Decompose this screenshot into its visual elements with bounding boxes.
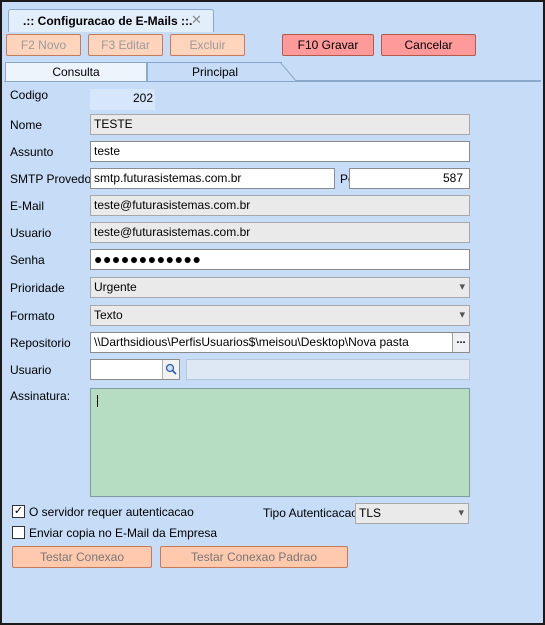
prioridade-select[interactable]: Urgente ▾ <box>90 277 470 298</box>
senha-field[interactable]: ●●●●●●●●●●●● <box>90 249 470 270</box>
repositorio-field[interactable]: \\Darthsidious\PerfisUsuarios$\meisou\De… <box>90 332 470 353</box>
chevron-down-icon[interactable]: ▾ <box>459 306 465 325</box>
test-connection-button[interactable]: Testar Conexao <box>12 546 152 568</box>
assinatura-label: Assinatura: <box>10 389 71 403</box>
tab-edge-decoration <box>280 62 297 82</box>
tipo-autenticacao-label: Tipo Autenticacao <box>263 506 358 520</box>
tab-principal[interactable]: Principal <box>147 62 282 81</box>
document-tab-title: .:: Configuracao de E-Mails ::. <box>23 14 193 28</box>
assinatura-memo[interactable] <box>90 388 470 497</box>
enviar-copia-label: Enviar copia no E-Mail da Empresa <box>29 526 218 540</box>
email-config-window: .:: Configuracao de E-Mails ::. ✕ F2 Nov… <box>0 0 545 625</box>
email-field[interactable]: teste@futurasistemas.com.br <box>90 195 470 216</box>
formato-select[interactable]: Texto ▾ <box>90 305 470 326</box>
document-tab-bar: .:: Configuracao de E-Mails ::. ✕ <box>2 2 543 32</box>
chevron-down-icon[interactable]: ▾ <box>459 278 465 297</box>
new-button[interactable]: F2 Novo <box>6 34 81 56</box>
senha-label: Senha <box>10 253 45 267</box>
usuario-description-field <box>186 359 470 380</box>
tipo-autenticacao-value: TLS <box>359 506 382 520</box>
usuario-label: Usuario <box>10 226 52 240</box>
usuario-field[interactable]: teste@futurasistemas.com.br <box>90 222 470 243</box>
tab-consulta[interactable]: Consulta <box>5 62 147 81</box>
search-icon[interactable] <box>162 360 179 379</box>
text-caret <box>97 395 98 407</box>
nome-field[interactable]: TESTE <box>90 114 470 135</box>
formato-value: Texto <box>94 308 123 322</box>
formato-label: Formato <box>10 309 55 323</box>
prioridade-value: Urgente <box>94 280 137 294</box>
codigo-label: Codigo <box>10 88 49 102</box>
close-icon[interactable]: ✕ <box>191 12 202 28</box>
smtp-field[interactable]: smtp.futurasistemas.com.br <box>90 168 335 189</box>
repositorio-path: \\Darthsidious\PerfisUsuarios$\meisou\De… <box>94 335 409 349</box>
edit-button[interactable]: F3 Editar <box>88 34 163 56</box>
usuario-lookup-field[interactable] <box>90 359 180 380</box>
prioridade-label: Prioridade <box>10 281 65 295</box>
codigo-field: 202 <box>90 89 155 110</box>
repositorio-label: Repositorio <box>10 336 71 350</box>
assunto-label: Assunto <box>10 145 54 159</box>
chevron-down-icon[interactable]: ▾ <box>458 504 464 523</box>
cancel-button[interactable]: Cancelar <box>381 34 476 56</box>
usuario-lookup-label: Usuario <box>10 363 52 377</box>
requer-autenticacao-label: O servidor requer autenticacao <box>29 505 194 519</box>
email-label: E-Mail <box>10 199 45 213</box>
nome-label: Nome <box>10 118 43 132</box>
enviar-copia-checkbox[interactable] <box>12 526 25 539</box>
assunto-field[interactable]: teste <box>90 141 470 162</box>
smtp-label: SMTP Provedor <box>10 172 96 186</box>
porta-field[interactable]: 587 <box>349 168 470 189</box>
test-default-connection-button[interactable]: Testar Conexao Padrao <box>160 546 348 568</box>
tipo-autenticacao-select[interactable]: TLS ▾ <box>355 503 469 524</box>
browse-button[interactable]: ... <box>452 333 469 352</box>
requer-autenticacao-checkbox[interactable]: ✓ <box>12 505 25 518</box>
delete-button[interactable]: Excluir <box>170 34 245 56</box>
document-tab[interactable]: .:: Configuracao de E-Mails ::. ✕ <box>8 9 214 32</box>
save-button[interactable]: F10 Gravar <box>282 34 374 56</box>
